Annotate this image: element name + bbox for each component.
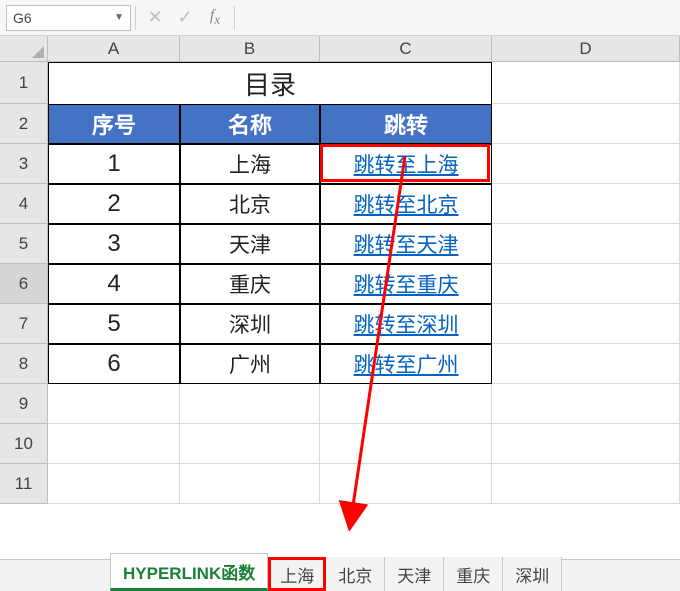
cell[interactable] — [492, 304, 680, 344]
column-header-B[interactable]: B — [180, 36, 320, 62]
table-header[interactable]: 跳转 — [320, 104, 492, 144]
hyperlink-cell[interactable]: 跳转至北京 — [354, 189, 459, 219]
row-header-9[interactable]: 9 — [0, 384, 48, 424]
name-cell[interactable]: 天津 — [180, 224, 320, 264]
seq-cell[interactable]: 1 — [48, 144, 180, 184]
sheet-tab[interactable]: 深圳 — [503, 557, 562, 591]
name-box-value: G6 — [13, 10, 32, 26]
fx-icon[interactable]: fx — [200, 7, 230, 28]
cell[interactable] — [180, 384, 320, 424]
link-cell[interactable]: 跳转至深圳 — [320, 304, 492, 344]
cell[interactable] — [492, 464, 680, 504]
sheet-tab[interactable]: 天津 — [385, 557, 444, 591]
cell[interactable] — [492, 62, 680, 104]
name-box-dropdown-icon[interactable]: ▼ — [114, 12, 124, 23]
row-header-3[interactable]: 3 — [0, 144, 48, 184]
seq-cell[interactable]: 4 — [48, 264, 180, 304]
row-header-4[interactable]: 4 — [0, 184, 48, 224]
confirm-icon: ✓ — [170, 7, 200, 28]
cell[interactable] — [492, 344, 680, 384]
cell[interactable] — [320, 464, 492, 504]
row-header-2[interactable]: 2 — [0, 104, 48, 144]
name-cell[interactable]: 重庆 — [180, 264, 320, 304]
cancel-icon: ✕ — [140, 7, 170, 28]
row-header-10[interactable]: 10 — [0, 424, 48, 464]
select-all-corner[interactable] — [0, 36, 48, 62]
cell[interactable] — [320, 424, 492, 464]
sheet-tab[interactable]: HYPERLINK函数 — [110, 553, 268, 591]
hyperlink-cell[interactable]: 跳转至重庆 — [354, 269, 459, 299]
row-header-6[interactable]: 6 — [0, 264, 48, 304]
spreadsheet-grid: ABCD 1234567891011 目录序号名称跳转1上海跳转至上海2北京跳转… — [0, 36, 680, 559]
column-header-C[interactable]: C — [320, 36, 492, 62]
cell[interactable] — [180, 464, 320, 504]
cell[interactable] — [48, 384, 180, 424]
cell[interactable] — [492, 264, 680, 304]
separator — [135, 6, 136, 30]
link-cell[interactable]: 跳转至北京 — [320, 184, 492, 224]
cell[interactable] — [48, 424, 180, 464]
seq-cell[interactable]: 2 — [48, 184, 180, 224]
seq-cell[interactable]: 5 — [48, 304, 180, 344]
hyperlink-cell[interactable]: 跳转至天津 — [354, 229, 459, 259]
cell[interactable] — [492, 104, 680, 144]
cell[interactable] — [492, 224, 680, 264]
cell[interactable] — [492, 384, 680, 424]
row-header-8[interactable]: 8 — [0, 344, 48, 384]
cell[interactable] — [492, 424, 680, 464]
formula-bar: G6 ▼ ✕ ✓ fx — [0, 0, 680, 36]
hyperlink-cell[interactable]: 跳转至深圳 — [354, 309, 459, 339]
row-header-11[interactable]: 11 — [0, 464, 48, 504]
name-cell[interactable]: 北京 — [180, 184, 320, 224]
column-header-D[interactable]: D — [492, 36, 680, 62]
table-header[interactable]: 名称 — [180, 104, 320, 144]
cell[interactable] — [492, 144, 680, 184]
link-cell[interactable]: 跳转至上海 — [320, 144, 492, 184]
name-cell[interactable]: 上海 — [180, 144, 320, 184]
title-cell[interactable]: 目录 — [48, 62, 492, 104]
link-cell[interactable]: 跳转至天津 — [320, 224, 492, 264]
table-header[interactable]: 序号 — [48, 104, 180, 144]
column-header-A[interactable]: A — [48, 36, 180, 62]
name-cell[interactable]: 深圳 — [180, 304, 320, 344]
hyperlink-cell[interactable]: 跳转至广州 — [354, 349, 459, 379]
link-cell[interactable]: 跳转至重庆 — [320, 264, 492, 304]
row-header-1[interactable]: 1 — [0, 62, 48, 104]
name-box[interactable]: G6 ▼ — [6, 5, 131, 31]
sheet-tab[interactable]: 北京 — [326, 557, 385, 591]
hyperlink-cell[interactable]: 跳转至上海 — [354, 149, 459, 179]
sheet-tab-bar: HYPERLINK函数上海北京天津重庆深圳 — [0, 559, 680, 591]
sheet-tab[interactable]: 重庆 — [444, 557, 503, 591]
cell[interactable] — [320, 384, 492, 424]
cell[interactable] — [180, 424, 320, 464]
cell[interactable] — [492, 184, 680, 224]
cell[interactable] — [48, 464, 180, 504]
link-cell[interactable]: 跳转至广州 — [320, 344, 492, 384]
sheet-tab[interactable]: 上海 — [268, 557, 326, 591]
seq-cell[interactable]: 3 — [48, 224, 180, 264]
row-header-7[interactable]: 7 — [0, 304, 48, 344]
seq-cell[interactable]: 6 — [48, 344, 180, 384]
row-header-5[interactable]: 5 — [0, 224, 48, 264]
separator — [234, 6, 235, 30]
name-cell[interactable]: 广州 — [180, 344, 320, 384]
formula-input[interactable] — [239, 6, 680, 30]
